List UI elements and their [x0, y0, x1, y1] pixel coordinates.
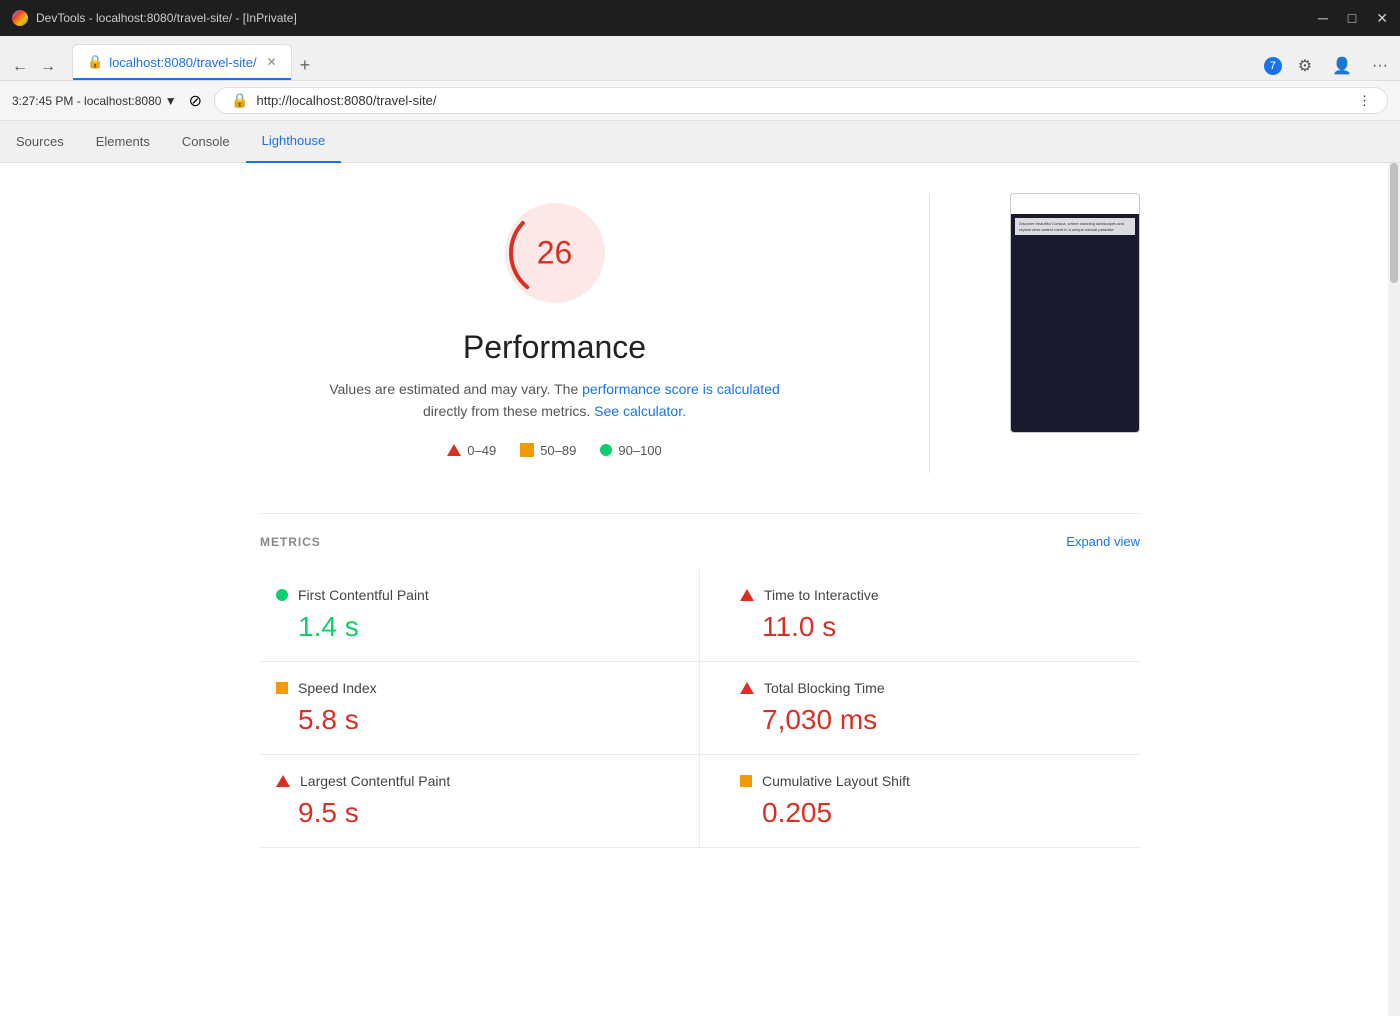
- expand-view-button[interactable]: Expand view: [1066, 534, 1140, 549]
- performance-gauge: 26: [495, 193, 615, 313]
- tab-favicon: 🔒: [87, 54, 103, 70]
- good-icon: [600, 444, 612, 456]
- legend-bad: 0–49: [447, 443, 496, 458]
- url-text: http://localhost:8080/travel-site/: [257, 93, 437, 108]
- profile-icon[interactable]: 👤: [1328, 52, 1356, 80]
- si-value: 5.8 s: [276, 704, 659, 736]
- scrollbar-track[interactable]: [1388, 163, 1400, 1016]
- fcp-value: 1.4 s: [276, 611, 659, 643]
- metric-fcp: First Contentful Paint 1.4 s: [260, 569, 700, 662]
- tab-close-icon[interactable]: ✕: [267, 55, 277, 69]
- devtools-toolbar: Sources Elements Console Lighthouse: [0, 121, 1400, 163]
- score-section: 26 Performance Values are estimated and …: [260, 193, 1140, 473]
- forward-button[interactable]: →: [36, 54, 60, 80]
- tab-sources[interactable]: Sources: [0, 121, 80, 163]
- notification-badge: 7: [1264, 57, 1282, 75]
- lcp-status-icon: [276, 775, 290, 787]
- si-label: Speed Index: [298, 680, 377, 696]
- tab-label: localhost:8080/travel-site/: [109, 55, 256, 70]
- more-options-icon[interactable]: ···: [1368, 53, 1392, 79]
- legend-good: 90–100: [600, 443, 661, 458]
- medium-icon: [520, 443, 534, 457]
- perf-score-link[interactable]: performance score is calculated: [582, 381, 780, 397]
- section-divider: [260, 513, 1140, 514]
- metrics-grid: First Contentful Paint 1.4 s Time to Int…: [260, 569, 1140, 848]
- metrics-header: METRICS Expand view: [260, 534, 1140, 549]
- more-icon[interactable]: ⋮: [1358, 93, 1371, 109]
- vertical-divider: [929, 193, 930, 473]
- new-tab-button[interactable]: +: [292, 51, 319, 80]
- score-legend: 0–49 50–89 90–100: [447, 443, 661, 458]
- tbt-label: Total Blocking Time: [764, 680, 885, 696]
- screenshot-text: Discover beautiful Corsica, where stunni…: [1015, 218, 1135, 235]
- tbt-status-icon: [740, 682, 754, 694]
- fcp-label: First Contentful Paint: [298, 587, 429, 603]
- browser-tab-bar: ← → 🔒 localhost:8080/travel-site/ ✕ + 7 …: [0, 36, 1400, 81]
- tti-value: 11.0 s: [740, 611, 1124, 643]
- score-value: 26: [537, 235, 573, 272]
- tti-status-icon: [740, 589, 754, 601]
- lighthouse-panel: 26 Performance Values are estimated and …: [0, 163, 1400, 1016]
- tab-console[interactable]: Console: [166, 121, 246, 163]
- metric-si: Speed Index 5.8 s: [260, 662, 700, 755]
- tbt-value: 7,030 ms: [740, 704, 1124, 736]
- tti-label: Time to Interactive: [764, 587, 879, 603]
- cls-value: 0.205: [740, 797, 1124, 829]
- settings-icon[interactable]: ⚙: [1294, 52, 1316, 80]
- si-status-icon: [276, 682, 288, 694]
- url-bar[interactable]: 🔒 http://localhost:8080/travel-site/ ⋮: [214, 87, 1388, 114]
- window-title: DevTools - localhost:8080/travel-site/ -…: [36, 11, 297, 25]
- address-bar: 3:27:45 PM - localhost:8080 ▼ ⊘ 🔒 http:/…: [0, 81, 1400, 121]
- back-button[interactable]: ←: [8, 54, 32, 80]
- bad-icon: [447, 444, 461, 456]
- lcp-label: Largest Contentful Paint: [300, 773, 450, 789]
- lcp-value: 9.5 s: [276, 797, 659, 829]
- maximize-button[interactable]: □: [1348, 10, 1356, 27]
- page-screenshot: MARGIE'S TRAVEL ≡ Discover beautiful Cor…: [1010, 193, 1140, 433]
- metric-cls: Cumulative Layout Shift 0.205: [700, 755, 1140, 848]
- tab-elements[interactable]: Elements: [80, 121, 166, 163]
- active-browser-tab[interactable]: 🔒 localhost:8080/travel-site/ ✕: [72, 44, 292, 80]
- close-button[interactable]: ✕: [1376, 10, 1388, 27]
- metrics-label: METRICS: [260, 535, 321, 549]
- legend-medium: 50–89: [520, 443, 576, 458]
- performance-description: Values are estimated and may vary. The p…: [315, 378, 795, 423]
- screenshot-bottom: Our best destination guides for you Bast…: [1011, 193, 1139, 214]
- performance-title: Performance: [463, 329, 646, 366]
- cls-label: Cumulative Layout Shift: [762, 773, 910, 789]
- cls-status-icon: [740, 775, 752, 787]
- calculator-link[interactable]: See calculator.: [594, 403, 686, 419]
- browser-icon: [12, 10, 28, 26]
- metric-lcp: Largest Contentful Paint 9.5 s: [260, 755, 700, 848]
- dropdown-icon[interactable]: ▼: [165, 94, 177, 108]
- minimize-button[interactable]: ─: [1318, 10, 1328, 27]
- reload-button[interactable]: ⊘: [189, 91, 202, 111]
- tab-lighthouse[interactable]: Lighthouse: [246, 121, 342, 163]
- security-icon: 🔒: [231, 92, 248, 109]
- metric-tti: Time to Interactive 11.0 s: [700, 569, 1140, 662]
- scrollbar-thumb[interactable]: [1390, 163, 1398, 283]
- fcp-status-icon: [276, 589, 288, 601]
- metric-tbt: Total Blocking Time 7,030 ms: [700, 662, 1140, 755]
- clock-time: 3:27:45 PM - localhost:8080 ▼: [12, 94, 177, 108]
- title-bar: DevTools - localhost:8080/travel-site/ -…: [0, 0, 1400, 36]
